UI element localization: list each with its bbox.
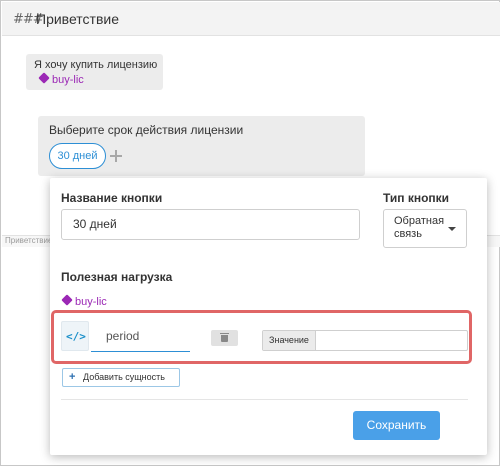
user-message-bubble[interactable]: Я хочу купить лицензию buy-lic (26, 54, 163, 90)
chevron-down-icon (448, 227, 456, 231)
button-type-value: Обратная связь (394, 215, 445, 240)
divider (61, 399, 468, 400)
trash-icon (220, 333, 229, 334)
button-type-label: Тип кнопки (383, 191, 450, 205)
code-icon: </> (66, 330, 86, 343)
user-message-text: Я хочу купить лицензию (34, 59, 158, 71)
intent-tag-label: buy-lic (52, 74, 84, 86)
button-type-select[interactable]: Обратная связь (383, 209, 467, 248)
button-name-label: Название кнопки (61, 191, 163, 205)
add-entity-label: Добавить сущность (83, 372, 165, 382)
add-button-icon[interactable] (110, 150, 122, 162)
bot-message-bubble[interactable]: Выберите срок действия лицензии 30 дней (38, 116, 365, 176)
delete-entity-button[interactable] (211, 330, 238, 346)
page-title: Приветствие (36, 11, 119, 27)
save-button[interactable]: Сохранить (353, 411, 440, 440)
entity-type-button[interactable]: </> (61, 321, 89, 351)
plus-icon: + (69, 371, 76, 383)
tag-icon (38, 72, 50, 84)
button-name-input[interactable]: 30 дней (61, 209, 360, 240)
quick-reply-button[interactable]: 30 дней (49, 143, 106, 169)
tag-icon (61, 294, 73, 306)
payload-label: Полезная нагрузка (61, 270, 173, 284)
intent-tag[interactable]: buy-lic (38, 72, 84, 86)
entity-value-group: Значение (262, 330, 468, 351)
header: ### Приветствие (2, 2, 500, 36)
payload-tag-label: buy-lic (75, 296, 107, 308)
entity-name-input[interactable]: period (91, 321, 190, 352)
divider-label: Приветствие (5, 236, 53, 245)
app-frame: ### Приветствие Я хочу купить лицензию b… (0, 0, 500, 466)
entity-value-input[interactable] (317, 331, 467, 350)
add-entity-button[interactable]: + Добавить сущность (62, 368, 180, 387)
value-addon: Значение (263, 331, 316, 350)
button-editor-popup: Название кнопки 30 дней Тип кнопки Обрат… (50, 178, 487, 455)
bot-message-text: Выберите срок действия лицензии (49, 123, 244, 137)
payload-tag[interactable]: buy-lic (61, 294, 107, 308)
